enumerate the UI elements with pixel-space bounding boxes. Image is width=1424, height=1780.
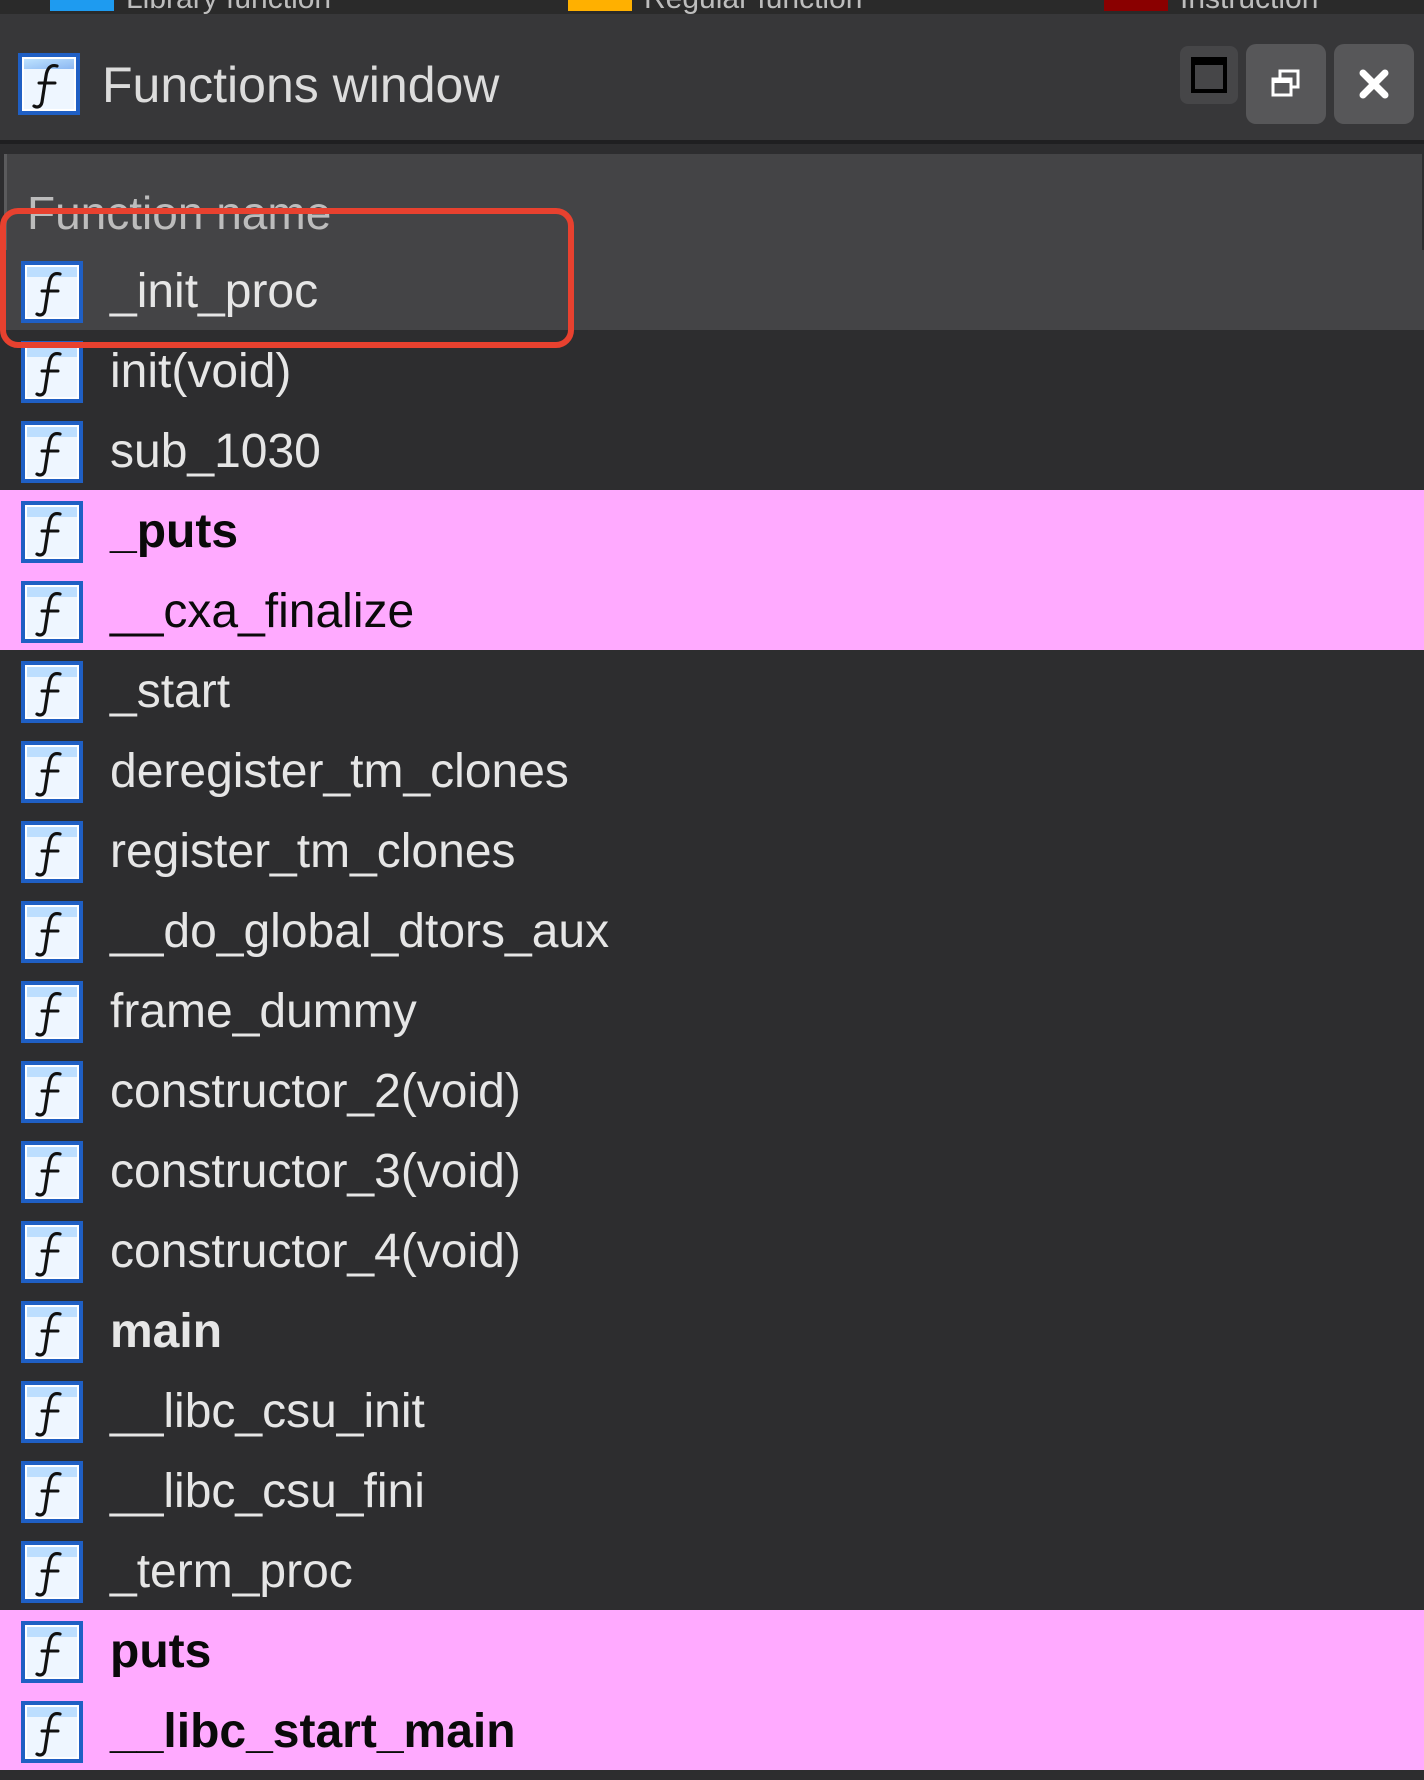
column-header-function-name[interactable]: Function name [4, 154, 1422, 250]
function-name: main [110, 1305, 223, 1358]
function-row[interactable]: sub_1030 [0, 410, 1424, 490]
function-icon [20, 660, 84, 724]
function-icon [20, 1380, 84, 1444]
close-button[interactable] [1334, 44, 1414, 124]
column-header-label: Function name [27, 187, 332, 239]
function-icon [20, 580, 84, 644]
function-icon [20, 820, 84, 884]
function-row[interactable]: _puts [0, 490, 1424, 570]
function-row[interactable]: puts [0, 1610, 1424, 1690]
function-icon [20, 1540, 84, 1604]
regular-function-swatch [568, 0, 632, 11]
function-name: _puts [110, 505, 239, 558]
function-row[interactable]: _start [0, 650, 1424, 730]
maximize-icon [1189, 55, 1229, 95]
function-name: init(void) [110, 345, 292, 398]
restore-icon [1268, 66, 1304, 102]
instruction-swatch [1104, 0, 1168, 11]
function-row[interactable]: register_tm_clones [0, 810, 1424, 890]
function-name: __libc_csu_init [110, 1385, 425, 1438]
function-name: __cxa_finalize [110, 585, 415, 638]
function-name: _init_proc [110, 265, 319, 318]
function-row[interactable]: __libc_start_main [0, 1690, 1424, 1770]
function-icon [20, 1700, 84, 1764]
function-row[interactable]: __cxa_finalize [0, 570, 1424, 650]
restore-button[interactable] [1246, 44, 1326, 124]
function-row[interactable]: __do_global_dtors_aux [0, 890, 1424, 970]
function-row[interactable]: deregister_tm_clones [0, 730, 1424, 810]
library-function-swatch [50, 0, 114, 11]
function-name: sub_1030 [110, 425, 321, 478]
function-name: puts [110, 1625, 212, 1678]
legend-strip: Library function Regular function Instru… [0, 0, 1424, 14]
function-row[interactable]: main [0, 1290, 1424, 1370]
function-icon [20, 980, 84, 1044]
function-row[interactable]: frame_dummy [0, 970, 1424, 1050]
function-name: deregister_tm_clones [110, 745, 569, 798]
function-icon [20, 420, 84, 484]
function-name: __libc_start_main [110, 1705, 516, 1758]
function-name: _term_proc [110, 1545, 353, 1598]
function-row[interactable]: init(void) [0, 330, 1424, 410]
function-icon [20, 500, 84, 564]
function-name: constructor_3(void) [110, 1145, 521, 1198]
function-icon [20, 1060, 84, 1124]
function-icon [20, 260, 84, 324]
function-icon [20, 900, 84, 964]
function-row[interactable]: _term_proc [0, 1530, 1424, 1610]
maximize-button[interactable] [1180, 46, 1238, 104]
function-row[interactable]: constructor_2(void) [0, 1050, 1424, 1130]
function-icon [20, 1140, 84, 1204]
function-name: register_tm_clones [110, 825, 516, 878]
window-title: Functions window [102, 57, 500, 113]
functions-table: Function name _init_proc init(void) sub_10… [0, 154, 1424, 1780]
function-icon [20, 1620, 84, 1684]
function-row[interactable]: __libc_csu_init [0, 1370, 1424, 1450]
functions-window-screen: Library function Regular function Instru… [0, 0, 1424, 1780]
function-name: __libc_csu_fini [110, 1465, 425, 1518]
function-row[interactable]: __libc_csu_fini [0, 1450, 1424, 1530]
function-icon [20, 1460, 84, 1524]
function-icon [20, 340, 84, 404]
function-list: _init_proc init(void) sub_1030 _puts __cxa_f… [0, 250, 1424, 1770]
function-icon [17, 52, 81, 116]
function-name: _start [110, 665, 231, 718]
function-name: __do_global_dtors_aux [110, 905, 610, 958]
window-titlebar: Functions window [0, 14, 1424, 144]
function-icon [20, 740, 84, 804]
function-icon [20, 1220, 84, 1284]
function-row[interactable]: constructor_3(void) [0, 1130, 1424, 1210]
function-name: frame_dummy [110, 985, 417, 1038]
close-icon [1356, 66, 1392, 102]
function-row[interactable]: constructor_4(void) [0, 1210, 1424, 1290]
function-name: constructor_2(void) [110, 1065, 521, 1118]
function-icon [20, 1300, 84, 1364]
legend-label-library: Library function [126, 0, 331, 14]
legend-label-regular: Regular function [644, 0, 862, 14]
function-row[interactable]: _init_proc [0, 250, 1424, 330]
function-name: constructor_4(void) [110, 1225, 521, 1278]
legend-label-instruction: Instruction [1180, 0, 1318, 14]
